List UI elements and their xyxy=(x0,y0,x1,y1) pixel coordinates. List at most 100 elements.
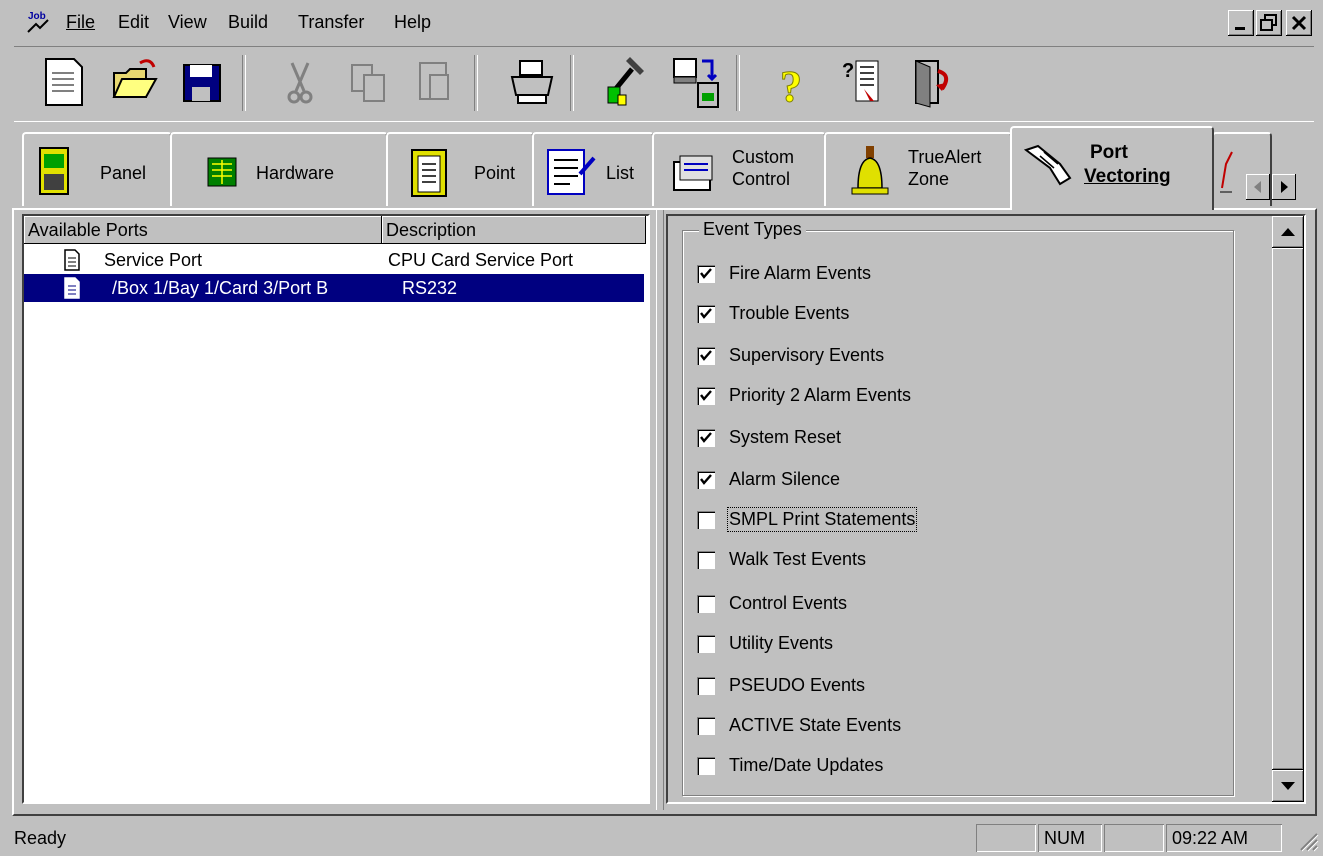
menu-edit[interactable]: Edit xyxy=(118,12,149,33)
list-item[interactable]: Service Port CPU Card Service Port xyxy=(24,246,644,274)
tab-hardware[interactable]: Hardware xyxy=(170,132,388,206)
close-icon xyxy=(1291,15,1307,31)
panel-icon xyxy=(39,147,69,195)
document-icon xyxy=(64,277,80,299)
tab-port-vectoring[interactable]: Port Vectoring xyxy=(1010,126,1214,210)
toolbar-separator xyxy=(736,55,740,111)
checkmark-icon xyxy=(700,308,712,319)
custom-control-icon xyxy=(673,155,713,191)
list-item-selected[interactable]: /Box 1/Bay 1/Card 3/Port B RS232 xyxy=(24,274,644,302)
group-title: Event Types xyxy=(699,219,806,240)
context-help-icon: ? xyxy=(842,60,879,102)
tab-custom-control[interactable]: Custom Control xyxy=(652,132,826,206)
column-header-description[interactable]: Description xyxy=(382,216,646,244)
save-button[interactable] xyxy=(174,51,230,113)
context-help-button[interactable]: ? xyxy=(834,51,890,113)
tab-panel[interactable]: Panel xyxy=(22,132,172,206)
status-pane-time: 09:22 AM xyxy=(1166,824,1282,852)
help-button[interactable]: ? xyxy=(766,51,822,113)
copy-button[interactable] xyxy=(340,51,396,113)
toolbar-separator xyxy=(242,55,246,111)
restore-button[interactable] xyxy=(1256,10,1282,36)
paste-button[interactable] xyxy=(406,51,462,113)
status-pane-caps xyxy=(976,824,1036,852)
available-ports-list[interactable]: Available Ports Description Service Port… xyxy=(22,214,650,804)
checkbox-unchecked[interactable] xyxy=(697,595,715,613)
tab-scroll-right-button[interactable] xyxy=(1272,174,1296,200)
build-button[interactable] xyxy=(600,51,656,113)
save-disk-icon xyxy=(183,64,221,102)
checkbox-label: PSEUDO Events xyxy=(729,675,866,695)
checkbox-label: Control Events xyxy=(729,593,848,613)
event-types-group: Event Types Fire Alarm Events Trouble Eve… xyxy=(682,219,1234,796)
checkmark-icon xyxy=(700,390,712,401)
cut-button[interactable] xyxy=(272,51,328,113)
tab-label-line1: Port xyxy=(1090,142,1128,163)
list-icon xyxy=(547,149,596,195)
vertical-scrollbar[interactable] xyxy=(1272,216,1304,802)
checkbox-unchecked[interactable] xyxy=(697,717,715,735)
close-button[interactable] xyxy=(1286,10,1312,36)
menu-help[interactable]: Help xyxy=(394,12,431,33)
menu-bar: Job File Edit View Build Transfer Help xyxy=(0,0,1323,46)
toolbar-separator xyxy=(474,55,478,111)
print-button[interactable] xyxy=(504,51,560,113)
app-job-icon[interactable]: Job xyxy=(22,6,56,40)
transfer-icon xyxy=(673,58,719,108)
status-pane-scroll xyxy=(1104,824,1164,852)
svg-text:?: ? xyxy=(842,60,854,82)
tab-truealert-zone[interactable]: TrueAlert Zone xyxy=(824,132,1012,206)
checkmark-icon xyxy=(700,432,712,443)
checkbox-unchecked[interactable] xyxy=(697,635,715,653)
event-types-panel: Event Types Fire Alarm Events Trouble Eve… xyxy=(666,214,1306,804)
tab-label-line1: TrueAlert xyxy=(908,147,982,167)
open-button[interactable] xyxy=(106,51,162,113)
toolbar: ? ? xyxy=(14,46,1314,122)
checkbox-checked[interactable] xyxy=(697,387,715,405)
menu-transfer[interactable]: Transfer xyxy=(298,12,364,33)
port-name: /Box 1/Bay 1/Card 3/Port B xyxy=(112,278,329,298)
tab-list[interactable]: List xyxy=(532,132,654,206)
tab-label-line2: Vectoring xyxy=(1084,166,1171,187)
checkbox-checked[interactable] xyxy=(697,305,715,323)
checkbox-checked[interactable] xyxy=(697,347,715,365)
checkmark-icon xyxy=(700,350,712,361)
checkbox-label: ACTIVE State Events xyxy=(729,715,902,735)
svg-text:?: ? xyxy=(780,62,802,111)
checkbox-label: Priority 2 Alarm Events xyxy=(729,385,912,405)
column-header-available-ports[interactable]: Available Ports xyxy=(24,216,382,244)
menu-build[interactable]: Build xyxy=(228,12,268,33)
tab-label: Panel xyxy=(100,163,147,183)
exit-button[interactable] xyxy=(902,51,958,113)
new-button[interactable] xyxy=(36,51,92,113)
cut-icon xyxy=(287,62,313,104)
checkbox-label: Walk Test Events xyxy=(729,549,867,569)
menu-view[interactable]: View xyxy=(168,12,207,33)
checkbox-unchecked[interactable] xyxy=(697,551,715,569)
checkbox-label: Fire Alarm Events xyxy=(729,263,872,283)
port-vectoring-page: Available Ports Description Service Port… xyxy=(12,208,1317,816)
checkbox-checked[interactable] xyxy=(697,471,715,489)
transfer-button[interactable] xyxy=(668,51,724,113)
checkbox-unchecked[interactable] xyxy=(697,677,715,695)
open-folder-icon xyxy=(112,59,158,98)
resize-grip-icon[interactable] xyxy=(1295,828,1319,852)
scroll-thumb[interactable] xyxy=(1272,248,1304,770)
tab-label: List xyxy=(606,163,635,183)
chevron-left-icon xyxy=(1254,181,1261,193)
minimize-button[interactable] xyxy=(1228,10,1254,36)
checkbox-unchecked[interactable] xyxy=(697,757,715,775)
checkbox-unchecked[interactable] xyxy=(697,511,715,529)
checkbox-checked[interactable] xyxy=(697,429,715,447)
tab-point[interactable]: Point xyxy=(386,132,534,206)
pane-splitter[interactable] xyxy=(656,210,664,810)
checkmark-icon xyxy=(700,474,712,485)
menu-file[interactable]: File xyxy=(66,12,95,33)
scroll-up-button[interactable] xyxy=(1272,216,1304,248)
paste-icon xyxy=(419,62,449,100)
scroll-down-button[interactable] xyxy=(1272,770,1304,802)
checkbox-label: SMPL Print Statements xyxy=(726,507,918,532)
checkbox-checked[interactable] xyxy=(697,265,715,283)
chevron-right-icon xyxy=(1281,181,1288,193)
tab-scroll-left-button[interactable] xyxy=(1246,174,1270,200)
